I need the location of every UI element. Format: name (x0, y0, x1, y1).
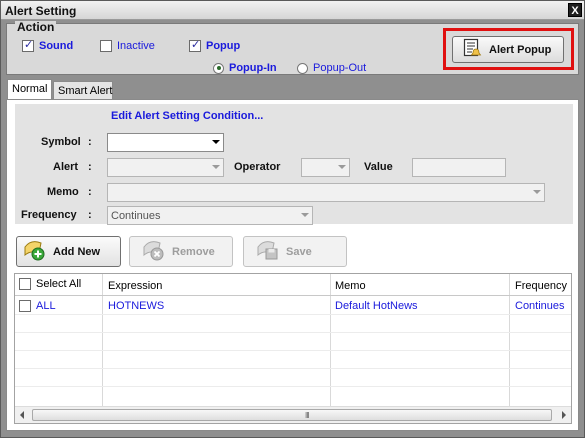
inactive-checkbox[interactable]: Inactive (100, 40, 155, 52)
frequency-combobox[interactable]: Continues (107, 206, 313, 225)
condition-area: Edit Alert Setting Condition... Symbol :… (15, 104, 573, 225)
row-separator (15, 368, 571, 369)
popup-checkbox-box[interactable] (189, 38, 201, 52)
row-separator (15, 332, 571, 333)
window-title: Alert Setting (5, 4, 77, 18)
popup-in-label: Popup-In (229, 62, 277, 74)
select-all-label: Select All (36, 278, 82, 290)
normal-tab-panel: Edit Alert Setting Condition... Symbol :… (6, 99, 579, 431)
symbol-combobox[interactable] (107, 133, 224, 152)
chevron-down-icon[interactable] (212, 165, 220, 169)
select-all-checkbox-box[interactable] (19, 278, 31, 290)
sound-checkbox-box[interactable] (22, 38, 34, 52)
tab-smart-alert[interactable]: Smart Alert (53, 81, 113, 99)
save-button[interactable]: Save (243, 236, 347, 267)
popup-out-radio[interactable]: Popup-Out (297, 62, 366, 74)
inactive-checkbox-box[interactable] (100, 40, 112, 52)
frequency-value: Continues (111, 210, 161, 222)
frequency-label: Frequency (21, 209, 77, 221)
memo-label: Memo (47, 186, 79, 198)
alert-combobox[interactable] (107, 158, 224, 177)
row-separator (15, 350, 571, 351)
sound-label: Sound (39, 40, 74, 52)
chevron-down-icon[interactable] (338, 165, 346, 169)
tab-normal[interactable]: Normal (7, 79, 52, 99)
popup-label: Popup (206, 40, 241, 52)
chevron-down-icon[interactable] (301, 213, 309, 217)
popup-out-radio-dot[interactable] (297, 62, 308, 74)
remove-label: Remove (172, 245, 215, 258)
alert-popup-button[interactable]: Alert Popup (452, 36, 564, 63)
alert-setting-window: Alert Setting X Action Sound Inactive Po… (0, 0, 585, 438)
popup-checkbox[interactable]: Popup (189, 38, 241, 52)
value-label: Value (364, 161, 393, 173)
column-header-expression[interactable]: Expression (108, 280, 162, 292)
select-all-checkbox[interactable]: Select All (19, 278, 81, 290)
alert-grid: Select All Expression Memo Frequency ALL… (14, 273, 572, 424)
horizontal-scrollbar[interactable]: III (15, 406, 571, 423)
memo-colon: : (88, 186, 92, 198)
save-label: Save (286, 245, 312, 258)
row-symbol: ALL (36, 300, 56, 312)
sound-checkbox[interactable]: Sound (22, 38, 74, 52)
table-row[interactable]: ALL HOTNEWS Default HotNews Continues (15, 296, 571, 314)
value-input[interactable] (412, 158, 506, 177)
save-icon (256, 239, 280, 264)
scroll-grip: III (305, 411, 310, 420)
alert-label: Alert (53, 161, 79, 173)
operator-combobox[interactable] (301, 158, 350, 177)
operator-label: Operator (234, 161, 281, 173)
add-new-label: Add New (53, 245, 101, 258)
popup-in-radio[interactable]: Popup-In (213, 62, 277, 74)
title-bar: Alert Setting X (1, 1, 584, 20)
symbol-colon: : (88, 136, 92, 148)
alert-colon: : (88, 161, 92, 173)
row-separator (15, 386, 571, 387)
memo-combobox[interactable] (107, 183, 545, 202)
alert-popup-label: Alert Popup (489, 43, 552, 56)
frequency-colon: : (88, 209, 92, 221)
close-button[interactable]: X (568, 3, 582, 17)
alert-popup-icon (463, 38, 483, 61)
scroll-right-icon[interactable] (562, 411, 566, 419)
remove-button[interactable]: Remove (129, 236, 233, 267)
chevron-down-icon[interactable] (212, 140, 220, 144)
popup-in-radio-dot[interactable] (213, 62, 224, 74)
row-expression: HOTNEWS (108, 300, 165, 312)
condition-title: Edit Alert Setting Condition... (111, 110, 264, 122)
row-frequency: Continues (515, 300, 565, 312)
column-header-frequency[interactable]: Frequency (515, 280, 567, 292)
row-separator (15, 314, 571, 315)
inactive-label: Inactive (117, 40, 155, 52)
remove-icon (142, 239, 166, 264)
row-memo: Default HotNews (335, 300, 418, 312)
row-checkbox-box[interactable] (19, 300, 31, 312)
grid-header: Select All Expression Memo Frequency (15, 274, 571, 296)
scrollbar-thumb[interactable]: III (32, 409, 552, 421)
popup-out-label: Popup-Out (313, 62, 367, 74)
row-checkbox[interactable]: ALL (19, 300, 56, 312)
symbol-label: Symbol (41, 136, 81, 148)
column-header-memo[interactable]: Memo (335, 280, 366, 292)
chevron-down-icon[interactable] (533, 190, 541, 194)
action-legend: Action (15, 20, 57, 34)
add-new-button[interactable]: Add New (16, 236, 121, 267)
scroll-left-icon[interactable] (20, 411, 24, 419)
add-new-icon (23, 239, 47, 264)
